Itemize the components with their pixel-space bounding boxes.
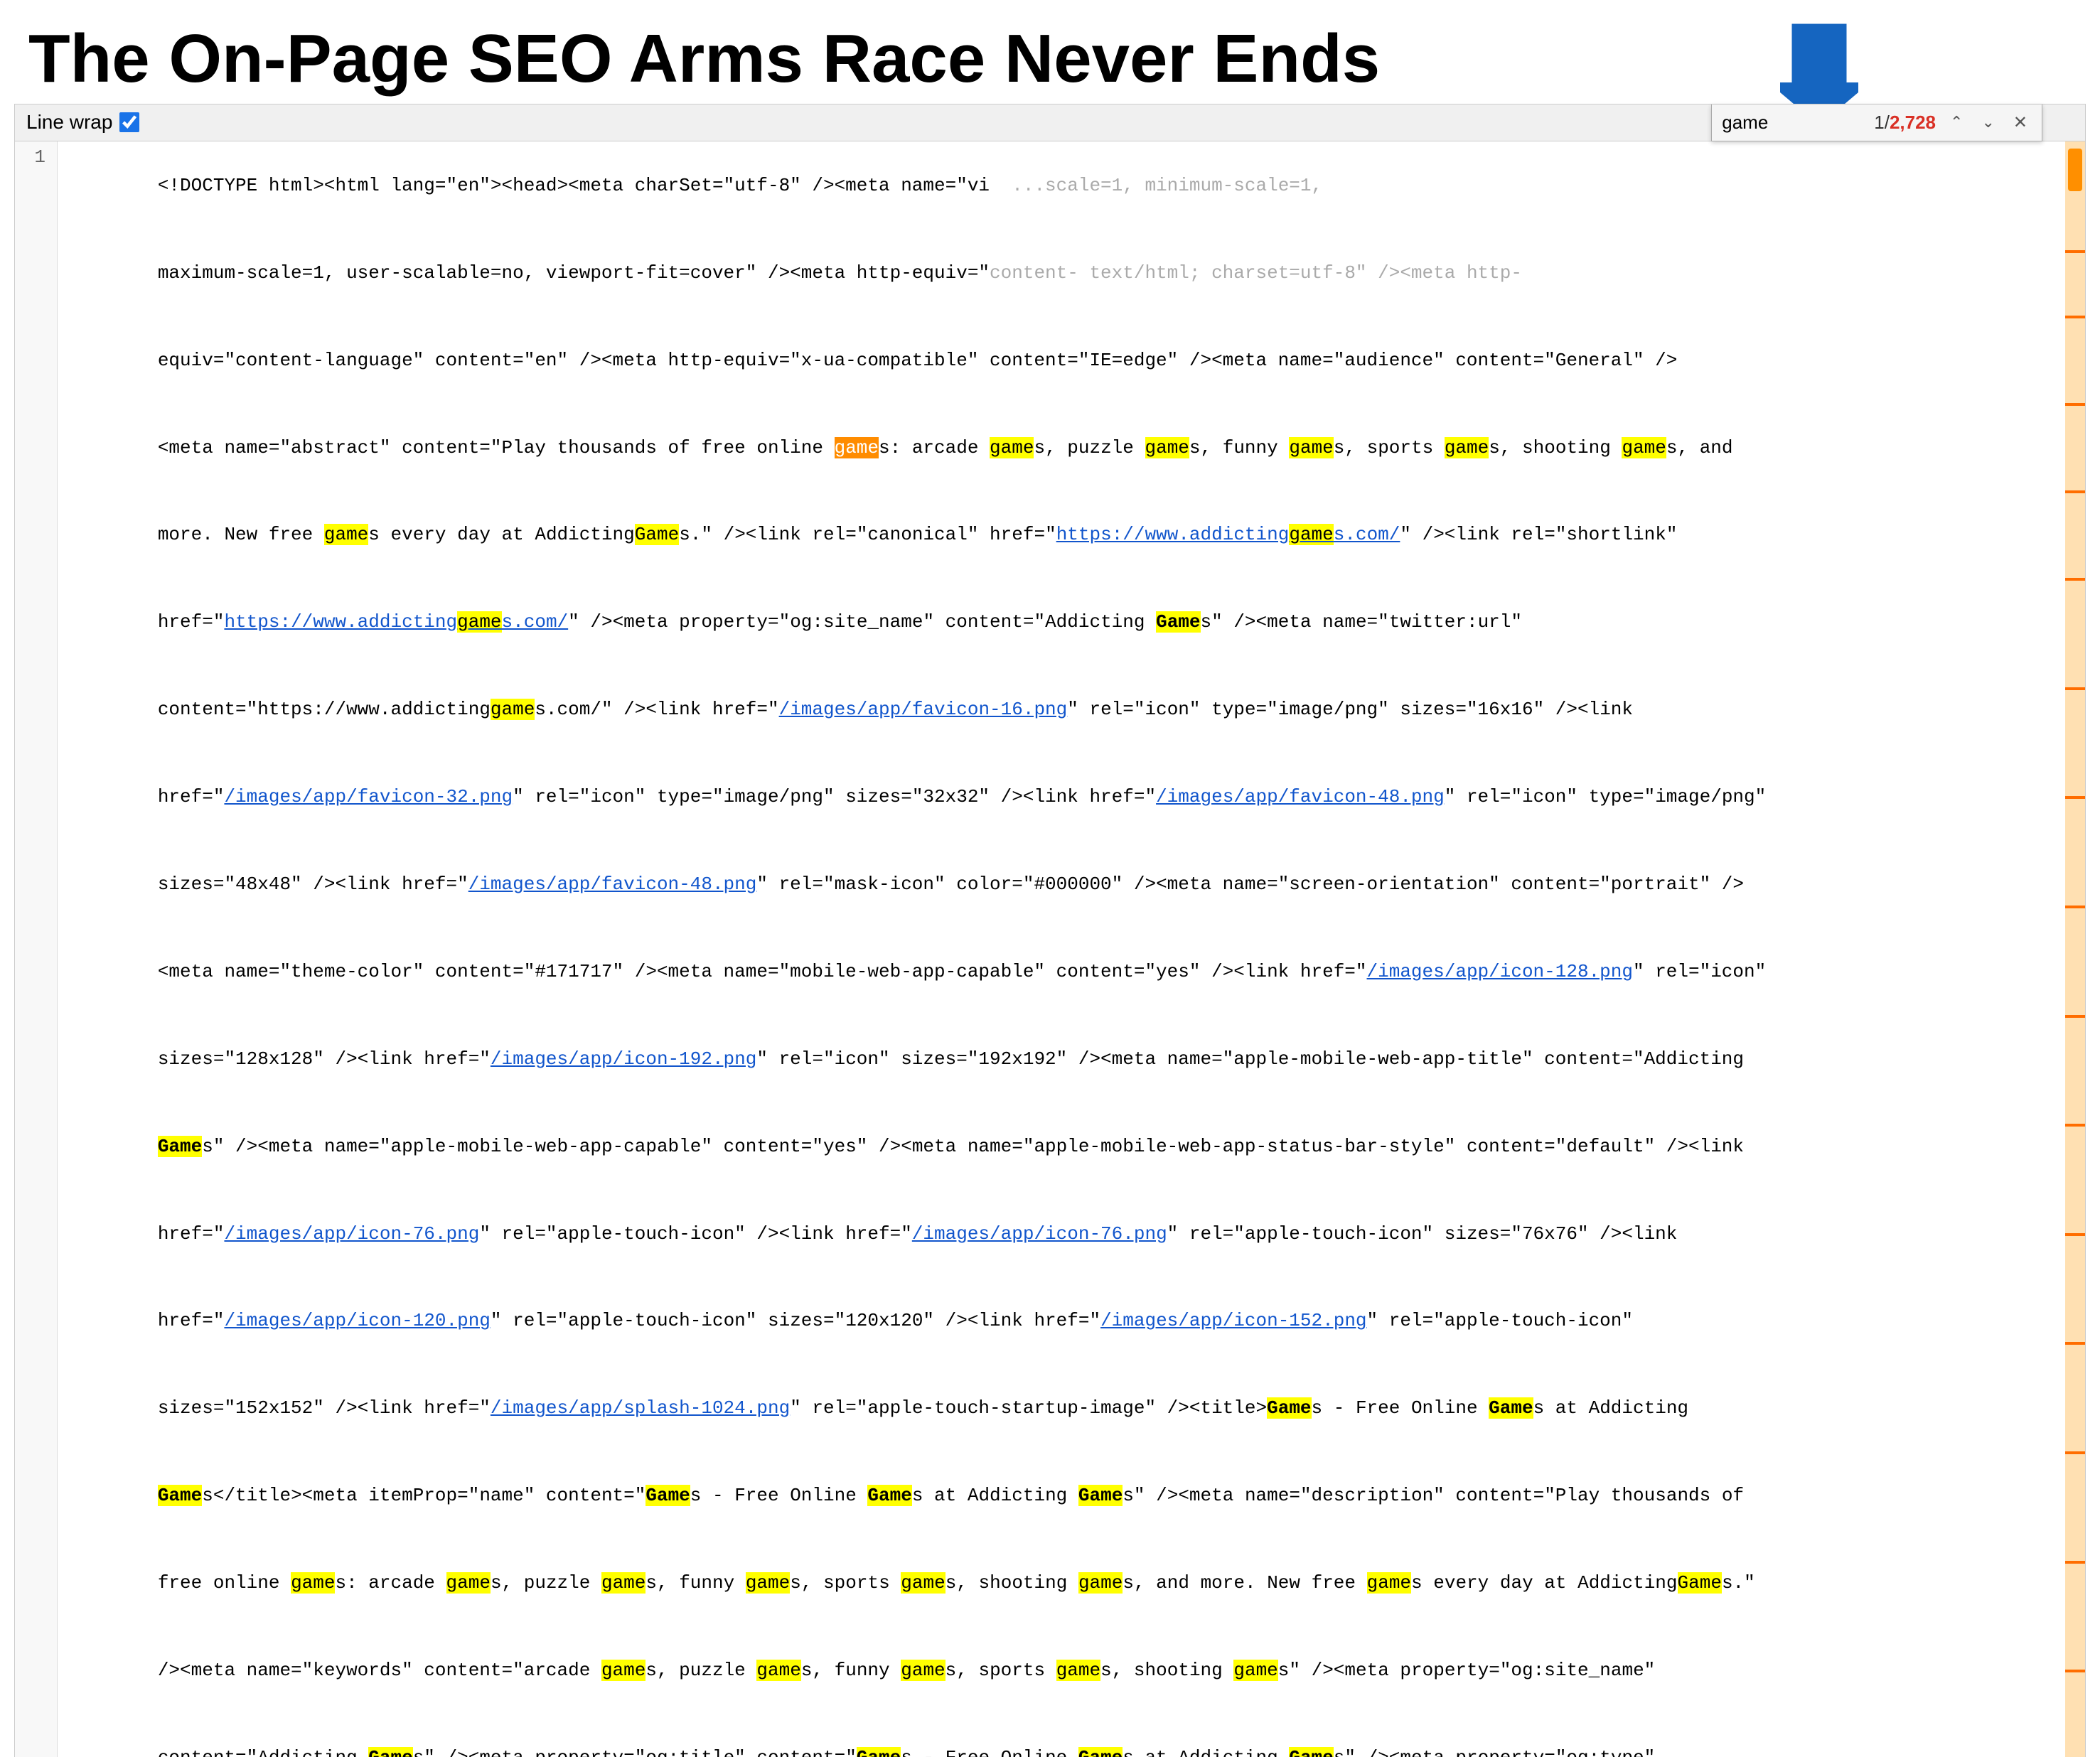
line-number-empty17: [15, 1626, 58, 1714]
line-text-1r: /><meta name="keywords" content="arcade …: [58, 1626, 2059, 1714]
line-number-empty4: [15, 490, 58, 578]
tick-mark: [2065, 578, 2085, 581]
code-line-1: 1 <!DOCTYPE html><html lang="en"><head><…: [15, 141, 2059, 229]
line-number-empty8: [15, 840, 58, 928]
line-number-empty16: [15, 1539, 58, 1626]
line-number-empty9: [15, 928, 58, 1015]
line-text-1: <!DOCTYPE html><html lang="en"><head><me…: [58, 141, 2059, 229]
line-number-empty15: [15, 1451, 58, 1539]
line-text-1q: free online games: arcade games, puzzle …: [58, 1539, 2059, 1626]
line-text-1e: more. New free games every day at Addict…: [58, 490, 2059, 578]
linewrap-label: Line wrap: [26, 111, 112, 134]
code-line-1n: href="/images/app/icon-120.png" rel="app…: [15, 1277, 2059, 1364]
code-line-1j: <meta name="theme-color" content="#17171…: [15, 928, 2059, 1015]
line-text-1j: <meta name="theme-color" content="#17171…: [58, 928, 2059, 1015]
line-text-1c: equiv="content-language" content="en" />…: [58, 316, 2059, 403]
tick-mark: [2065, 1561, 2085, 1564]
tick-mark: [2065, 1451, 2085, 1454]
search-next-button[interactable]: ⌄: [1977, 112, 1998, 133]
line-number-empty7: [15, 753, 58, 840]
scrollbar-track: [2065, 141, 2085, 1757]
title-section: The On-Page SEO Arms Race Never Ends: [0, 0, 2100, 104]
right-scrollbar[interactable]: [2065, 141, 2085, 1757]
code-line-1l: Games" /><meta name="apple-mobile-web-ap…: [15, 1102, 2059, 1189]
tick-mark: [2065, 250, 2085, 253]
code-line-1d: <meta name="abstract" content="Play thou…: [15, 403, 2059, 490]
code-line-1g: content="https://www.addictinggames.com/…: [15, 665, 2059, 753]
tick-mark: [2065, 316, 2085, 318]
line-number-empty11: [15, 1102, 58, 1189]
line-number-empty14: [15, 1364, 58, 1451]
tick-mark: [2065, 687, 2085, 690]
code-line-1m: href="/images/app/icon-76.png" rel="appl…: [15, 1189, 2059, 1277]
line-number-empty18: [15, 1714, 58, 1757]
code-line-1q: free online games: arcade games, puzzle …: [15, 1539, 2059, 1626]
code-line-1r: /><meta name="keywords" content="arcade …: [15, 1626, 2059, 1714]
tick-mark: [2065, 796, 2085, 799]
line-text-1l: Games" /><meta name="apple-mobile-web-ap…: [58, 1102, 2059, 1189]
code-line-1p: Games</title><meta itemProp="name" conte…: [15, 1451, 2059, 1539]
line-text-1i: sizes="48x48" /><link href="/images/app/…: [58, 840, 2059, 928]
line-text-1b: maximum-scale=1, user-scalable=no, viewp…: [58, 228, 2059, 316]
linewrap-checkbox[interactable]: [119, 112, 139, 132]
search-bar: 1/2,728 ⌃ ⌄ ✕: [1711, 104, 2042, 141]
line-number-empty6: [15, 665, 58, 753]
line-text-1d: <meta name="abstract" content="Play thou…: [58, 403, 2059, 490]
code-line-1o: sizes="152x152" /><link href="/images/ap…: [15, 1364, 2059, 1451]
search-total: 2,728: [1890, 112, 1936, 133]
code-line-1b: maximum-scale=1, user-scalable=no, viewp…: [15, 228, 2059, 316]
scrollbar-thumb[interactable]: [2068, 149, 2082, 191]
line-text-1f: href="https://www.addictinggames.com/" /…: [58, 578, 2059, 665]
line-text-1m: href="/images/app/icon-76.png" rel="appl…: [58, 1189, 2059, 1277]
line-text-1o: sizes="152x152" /><link href="/images/ap…: [58, 1364, 2059, 1451]
code-viewer: Line wrap 1/2,728 ⌃ ⌄ ✕: [14, 104, 2086, 1757]
code-line-1s: content="Addicting Games" /><meta proper…: [15, 1714, 2059, 1757]
line-number-empty: [15, 228, 58, 316]
search-current: 1/: [1874, 112, 1890, 133]
code-line-1f: href="https://www.addictinggames.com/" /…: [15, 578, 2059, 665]
tick-mark: [2065, 1342, 2085, 1345]
tick-mark: [2065, 403, 2085, 406]
tick-mark: [2065, 906, 2085, 908]
search-input[interactable]: [1722, 112, 1864, 134]
line-text-1g: content="https://www.addictinggames.com/…: [58, 665, 2059, 753]
tick-mark: [2065, 1233, 2085, 1236]
line-number-empty5: [15, 578, 58, 665]
tick-mark: [2065, 1015, 2085, 1018]
search-close-button[interactable]: ✕: [2009, 111, 2032, 134]
code-line-1h: href="/images/app/favicon-32.png" rel="i…: [15, 753, 2059, 840]
line-number-empty12: [15, 1189, 58, 1277]
code-line-1e: more. New free games every day at Addict…: [15, 490, 2059, 578]
line-number-empty3: [15, 403, 58, 490]
line-text-1k: sizes="128x128" /><link href="/images/ap…: [58, 1015, 2059, 1102]
tick-mark: [2065, 1670, 2085, 1672]
search-count: 1/2,728: [1874, 112, 1936, 134]
line-text-1p: Games</title><meta itemProp="name" conte…: [58, 1451, 2059, 1539]
code-line-1i: sizes="48x48" /><link href="/images/app/…: [15, 840, 2059, 928]
line-text-1s: content="Addicting Games" /><meta proper…: [58, 1714, 2059, 1757]
line-number-empty13: [15, 1277, 58, 1364]
code-line-1c: equiv="content-language" content="en" />…: [15, 316, 2059, 403]
line-number-empty2: [15, 316, 58, 403]
line-text-1n: href="/images/app/icon-120.png" rel="app…: [58, 1277, 2059, 1364]
search-prev-button[interactable]: ⌃: [1946, 112, 1967, 133]
line-number-1: 1: [15, 141, 58, 229]
tick-mark: [2065, 1124, 2085, 1127]
tick-mark: [2065, 490, 2085, 493]
page-title: The On-Page SEO Arms Race Never Ends: [28, 21, 1380, 97]
line-text-1h: href="/images/app/favicon-32.png" rel="i…: [58, 753, 2059, 840]
code-line-1k: sizes="128x128" /><link href="/images/ap…: [15, 1015, 2059, 1102]
line-number-empty10: [15, 1015, 58, 1102]
code-content: 1 <!DOCTYPE html><html lang="en"><head><…: [15, 141, 2085, 1757]
